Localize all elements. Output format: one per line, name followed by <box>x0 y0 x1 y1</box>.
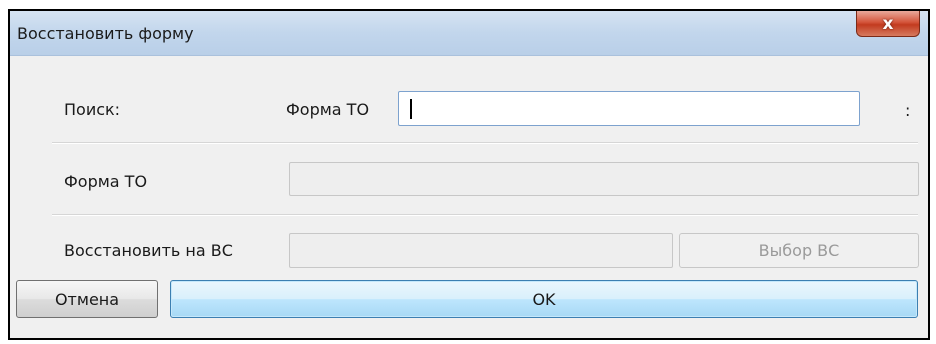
search-field-label: Форма ТО <box>286 100 370 119</box>
search-label: Поиск: <box>64 100 121 119</box>
cancel-button[interactable]: Отмена <box>16 280 158 318</box>
text-caret <box>410 99 412 119</box>
close-button[interactable]: x <box>856 11 920 37</box>
dialog-body: Поиск: Форма ТО : Форма ТО Восстановить … <box>10 56 928 338</box>
restore-on-aircraft-field <box>289 233 673 268</box>
ok-button[interactable]: OK <box>170 280 918 318</box>
title-bar[interactable]: Восстановить форму x <box>10 11 928 56</box>
form-to-label: Форма ТО <box>64 172 148 191</box>
restore-on-aircraft-label: Восстановить на ВС <box>64 241 233 260</box>
separator <box>52 142 918 144</box>
restore-form-dialog: Восстановить форму x Поиск: Форма ТО : Ф… <box>8 9 930 340</box>
form-to-field <box>289 162 919 196</box>
search-input[interactable] <box>398 91 860 126</box>
select-aircraft-button[interactable]: Выбор ВС <box>679 233 919 268</box>
close-icon: x <box>882 13 894 34</box>
window-title: Восстановить форму <box>17 24 194 43</box>
search-trailing-colon: : <box>905 101 911 120</box>
separator <box>52 214 918 216</box>
